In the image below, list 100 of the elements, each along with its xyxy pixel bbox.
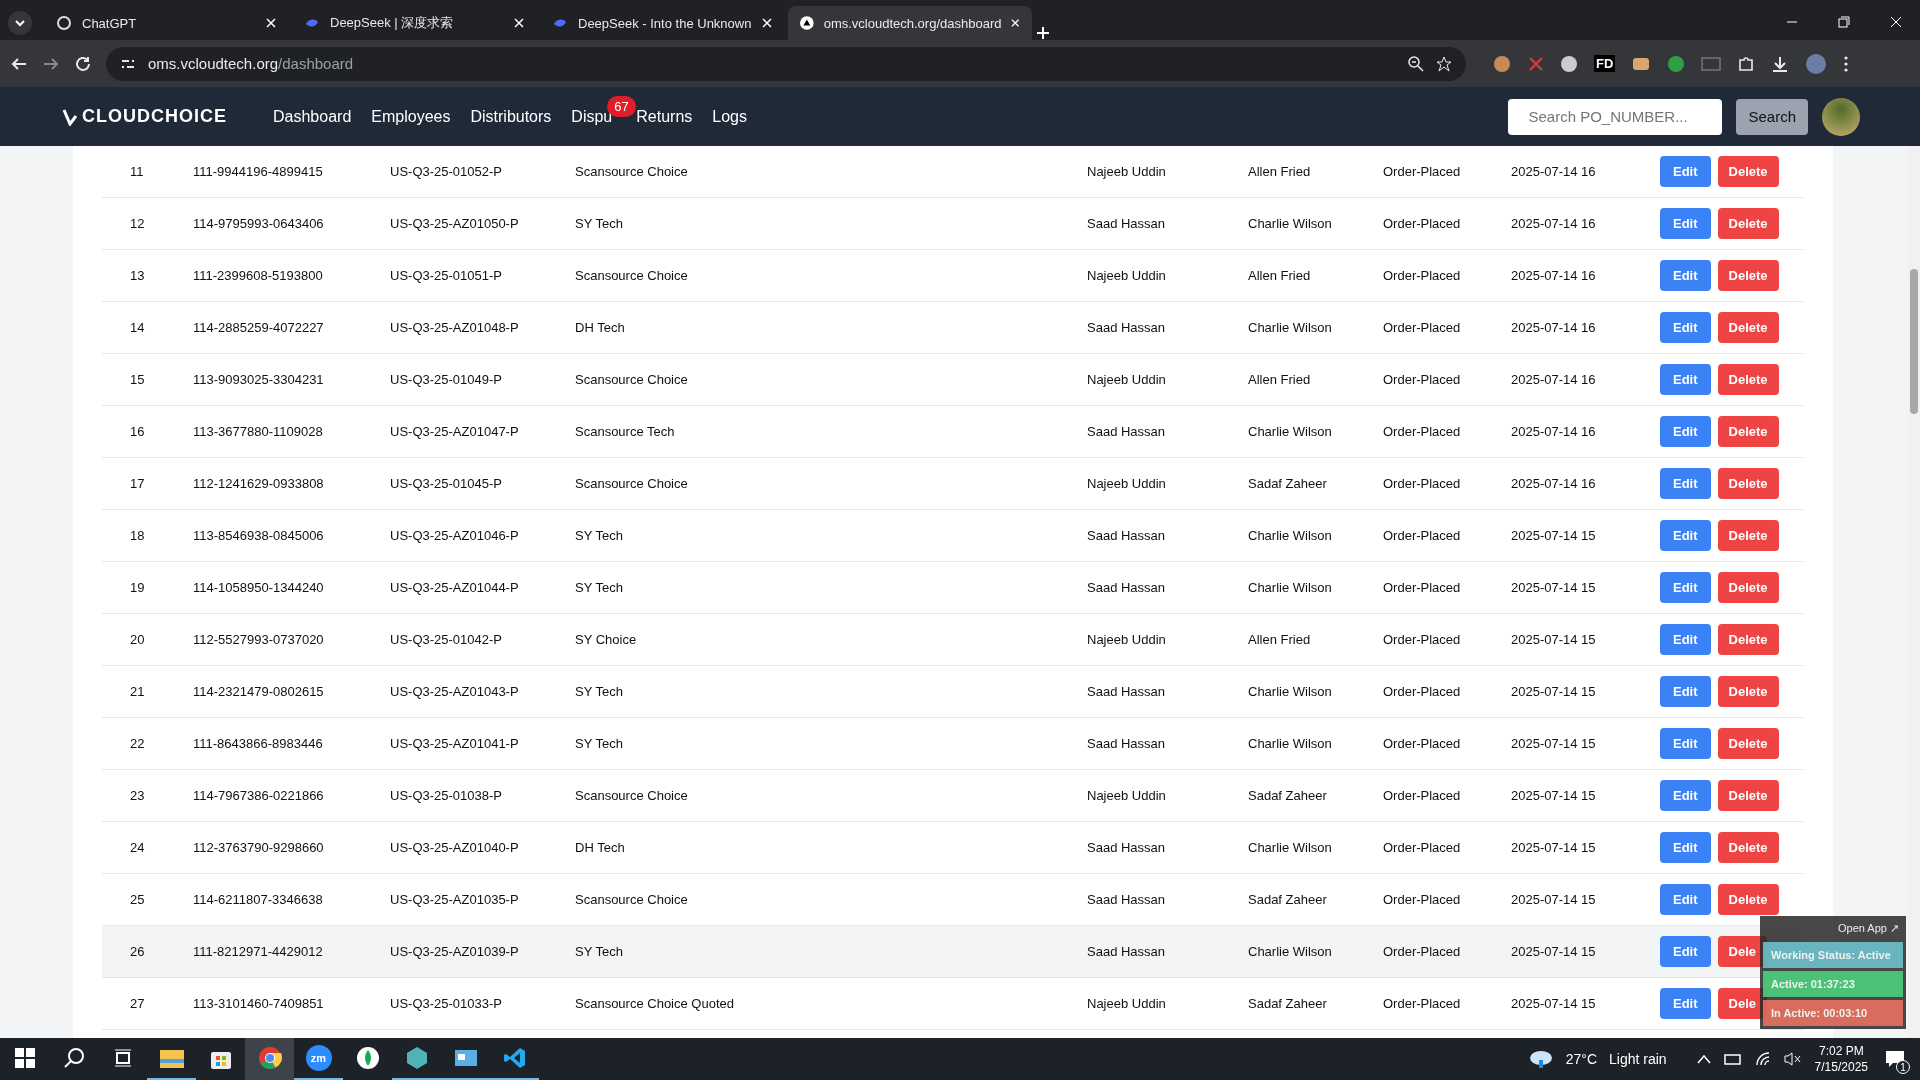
- table-cell-text: 114-9795993-0643406: [193, 216, 325, 231]
- table-cell-text: 114-2321479-0802615: [193, 684, 325, 699]
- delete-button[interactable]: Delete: [1717, 156, 1779, 187]
- table-cell-text: Najeeb Uddin: [1087, 476, 1167, 491]
- table-cell-text: 21: [129, 684, 146, 699]
- delete-button[interactable]: Delete: [1717, 728, 1779, 759]
- edit-button[interactable]: Edit: [1660, 780, 1711, 811]
- table-cell-text: Scansource Choice: [575, 892, 689, 907]
- tab-list-icon[interactable]: [8, 11, 32, 35]
- delete-button[interactable]: Delete: [1717, 884, 1779, 915]
- table-cell-text: 24: [129, 840, 146, 855]
- notification-button[interactable]: 1: [1880, 1044, 1910, 1074]
- delete-button[interactable]: Delete: [1717, 624, 1779, 655]
- edit-button[interactable]: Edit: [1660, 728, 1711, 759]
- table-cell-text: SY Tech: [575, 216, 624, 231]
- table-cell-text: 2025-07-14 15: [1511, 632, 1597, 647]
- edit-button[interactable]: Edit: [1660, 624, 1711, 655]
- table-cell-text: Najeeb Uddin: [1087, 268, 1167, 283]
- browser-tab[interactable]: DeepSeek - Into the Unknown: [540, 6, 784, 40]
- table-cell-text: Najeeb Uddin: [1087, 632, 1167, 647]
- edit-button[interactable]: Edit: [1660, 260, 1711, 291]
- edit-button[interactable]: Edit: [1660, 364, 1711, 395]
- window-icon: [453, 1047, 478, 1069]
- delete-button[interactable]: Delete: [1717, 676, 1779, 707]
- table-cell-text: 2025-07-14 16: [1511, 424, 1597, 439]
- clock-time[interactable]: 7:02 PM: [1818, 1044, 1864, 1058]
- profile-icon: [1805, 52, 1828, 75]
- nav-link[interactable]: Returns: [636, 107, 693, 126]
- table-cell-text: Scansource Choice: [575, 476, 689, 491]
- restore-icon: [1838, 16, 1850, 28]
- edit-button[interactable]: Edit: [1660, 936, 1711, 967]
- table-cell-text: 2025-07-14 15: [1511, 528, 1597, 543]
- plus-icon: [1036, 26, 1050, 40]
- nav-link[interactable]: Employees: [371, 107, 451, 126]
- table-cell-text: 112-5527993-0737020: [193, 632, 325, 647]
- table-cell-text: Najeeb Uddin: [1087, 372, 1167, 387]
- extension-icon[interactable]: FD: [1594, 55, 1616, 72]
- table-cell-text: 2025-07-14 16: [1511, 268, 1597, 283]
- hexagon-icon: [404, 1046, 429, 1070]
- edit-button[interactable]: Edit: [1660, 520, 1711, 551]
- edit-button[interactable]: Edit: [1660, 156, 1711, 187]
- table-cell-text: US-Q3-25-01049-P: [390, 372, 503, 387]
- search-field[interactable]: Search PO_NUMBER...: [1508, 98, 1723, 135]
- nav-link[interactable]: Logs: [712, 107, 747, 126]
- edit-button[interactable]: Edit: [1660, 988, 1711, 1019]
- table-cell-text: SY Tech: [575, 528, 624, 543]
- table-cell-text: Order-Placed: [1383, 424, 1462, 439]
- table-cell-text: 22: [129, 736, 146, 751]
- clock-date[interactable]: 7/15/2025: [1814, 1060, 1868, 1074]
- table-cell-text: Saad Hassan: [1087, 684, 1167, 699]
- nav-link[interactable]: Distributors: [470, 107, 552, 126]
- table-cell-text: US-Q3-25-AZ01047-P: [390, 424, 520, 439]
- browser-tab[interactable]: ChatGPT: [44, 6, 288, 40]
- edit-button[interactable]: Edit: [1660, 676, 1711, 707]
- task-view-icon: [112, 1048, 133, 1068]
- delete-button[interactable]: Delete: [1717, 208, 1779, 239]
- table-cell-text: 111-8212971-4429012: [193, 944, 324, 959]
- delete-button[interactable]: Delete: [1717, 364, 1779, 395]
- scrollbar[interactable]: [1908, 146, 1920, 1038]
- table-cell-text: Saad Hassan: [1087, 944, 1167, 959]
- address-bar[interactable]: oms.vcloudtech.org/dashboard: [106, 46, 1466, 81]
- edit-button[interactable]: Edit: [1660, 416, 1711, 447]
- search-button[interactable]: Search: [1736, 98, 1808, 135]
- table-cell-text: Charlie Wilson: [1248, 216, 1333, 231]
- table-cell-text: DH Tech: [575, 840, 626, 855]
- delete-button[interactable]: Delete: [1717, 468, 1779, 499]
- delete-button[interactable]: Delete: [1717, 312, 1779, 343]
- delete-button[interactable]: Delete: [1717, 520, 1779, 551]
- browser-tab[interactable]: oms.vcloudtech.org/dashboard: [788, 6, 1032, 40]
- edit-button[interactable]: Edit: [1660, 572, 1711, 603]
- edit-button[interactable]: Edit: [1660, 208, 1711, 239]
- table-cell-text: Charlie Wilson: [1248, 684, 1333, 699]
- nav-link[interactable]: Dashboard: [273, 107, 352, 126]
- table-cell-text: 114-2885259-4072227: [193, 320, 325, 335]
- table-cell-text: US-Q3-25-AZ01041-P: [390, 736, 520, 751]
- delete-button[interactable]: Delete: [1717, 780, 1779, 811]
- edit-button[interactable]: Edit: [1660, 884, 1711, 915]
- delete-button[interactable]: Delete: [1717, 416, 1779, 447]
- delete-button[interactable]: Delete: [1717, 832, 1779, 863]
- browser-tab[interactable]: DeepSeek | 深度求索: [292, 6, 536, 40]
- table-cell-text: Order-Placed: [1383, 892, 1462, 907]
- delete-button[interactable]: Delete: [1717, 260, 1779, 291]
- edit-button[interactable]: Edit: [1660, 312, 1711, 343]
- table-cell-text: Saad Hassan: [1087, 892, 1167, 907]
- table-cell-text: Saad Hassan: [1087, 840, 1167, 855]
- open-app-link[interactable]: Open App ↗: [1834, 920, 1903, 939]
- table-cell-text: Order-Placed: [1383, 164, 1462, 179]
- edit-button[interactable]: Edit: [1660, 832, 1711, 863]
- table-cell-text: Order-Placed: [1383, 736, 1462, 751]
- table-cell-text: 16: [129, 424, 146, 439]
- table-cell-text: Saad Hassan: [1087, 320, 1167, 335]
- avatar[interactable]: [1822, 97, 1860, 136]
- table-cell-text: Sadaf Zaheer: [1248, 996, 1328, 1011]
- delete-button[interactable]: Delete: [1717, 572, 1779, 603]
- table-cell-text: Scansource Choice: [575, 372, 689, 387]
- edit-button[interactable]: Edit: [1660, 468, 1711, 499]
- close-icon: [514, 18, 524, 28]
- table-cell-text: Scansource Choice: [575, 164, 689, 179]
- table-cell-text: Saad Hassan: [1087, 424, 1167, 439]
- table-cell-text: 2025-07-14 15: [1511, 944, 1597, 959]
